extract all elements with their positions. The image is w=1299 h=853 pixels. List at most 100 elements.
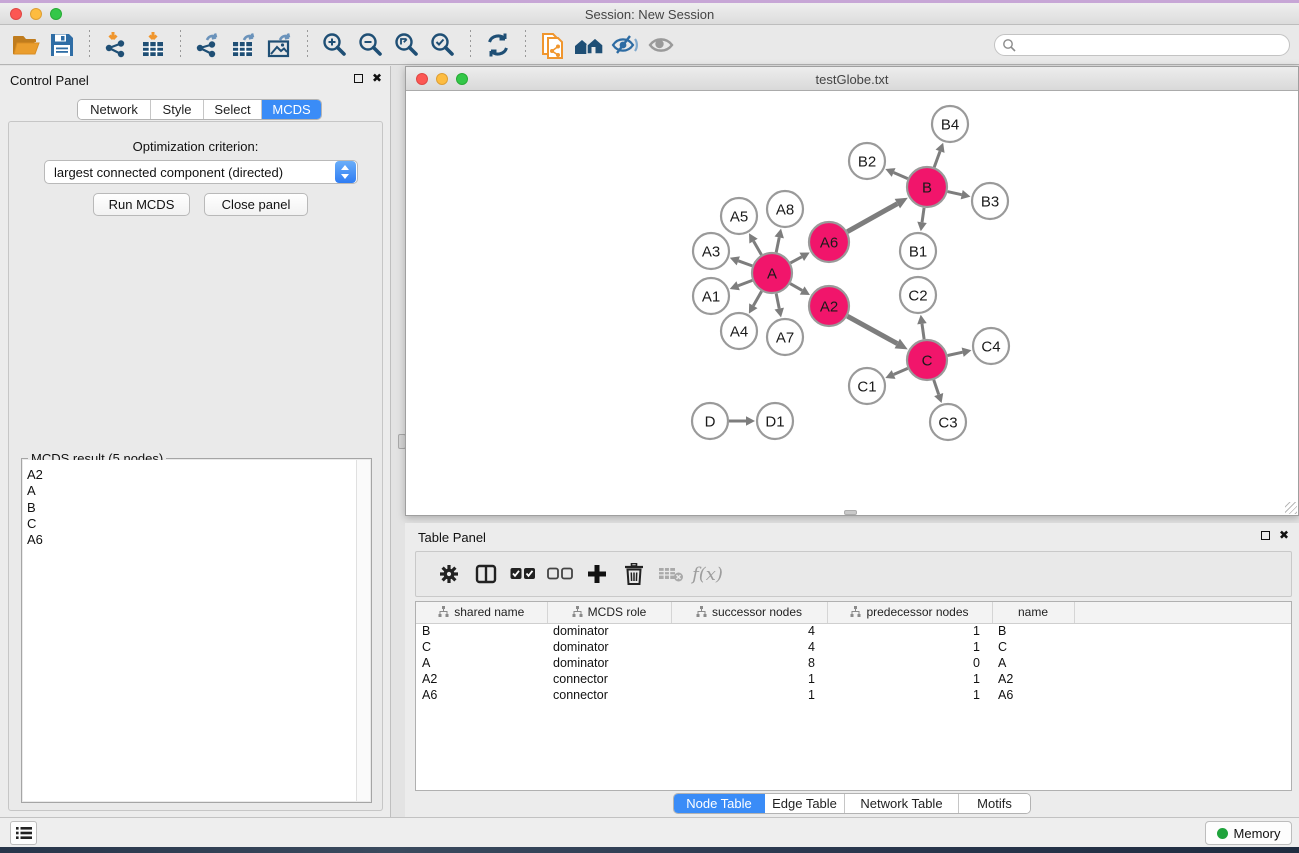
graph-edge-A-A7[interactable] xyxy=(776,294,779,309)
control-panel-title: Control Panel xyxy=(10,73,89,88)
table-row[interactable]: Adominator80A xyxy=(416,655,1291,671)
show-all-icon[interactable] xyxy=(643,28,679,62)
float-panel-icon[interactable] xyxy=(354,74,363,83)
graph-edge-A-A5[interactable] xyxy=(754,241,762,255)
table-row[interactable]: A6connector11A6 xyxy=(416,687,1291,703)
table-row[interactable]: Cdominator41C xyxy=(416,639,1291,655)
run-mcds-button[interactable]: Run MCDS xyxy=(93,193,190,216)
graph-edge-A-A6[interactable] xyxy=(790,257,801,263)
graph-edge-C-C1[interactable] xyxy=(894,368,908,374)
graph-arrowhead xyxy=(917,222,927,232)
mcds-result-list[interactable]: A2ABCA6 xyxy=(23,460,356,801)
optimization-criterion-select[interactable]: largest connected component (directed) xyxy=(44,160,358,184)
graph-edge-B-B3[interactable] xyxy=(947,192,961,195)
result-list-item[interactable]: B xyxy=(27,500,356,516)
list-icon xyxy=(16,826,32,840)
zoom-out-icon[interactable] xyxy=(353,28,389,62)
deselect-all-icon[interactable] xyxy=(541,557,578,591)
close-panel-icon[interactable]: ✖ xyxy=(372,73,382,83)
table-toolbar: f(x) xyxy=(415,551,1292,597)
col-successor-nodes[interactable]: successor nodes xyxy=(671,602,827,623)
close-panel-button[interactable]: Close panel xyxy=(204,193,308,216)
tab-select[interactable]: Select xyxy=(204,100,262,119)
result-list-item[interactable]: A2 xyxy=(27,467,356,483)
search-box xyxy=(994,34,1290,56)
show-columns-icon[interactable] xyxy=(467,557,504,591)
apply-layout-icon[interactable] xyxy=(480,28,516,62)
table-row[interactable]: A2connector11A2 xyxy=(416,671,1291,687)
graph-edge-C-C2[interactable] xyxy=(922,324,924,339)
network-canvas[interactable]: B4B2BB3A8A5A6A3B1AA1C2A2A4A7C4CC1C3DD1 xyxy=(406,92,1298,515)
result-scrollbar[interactable] xyxy=(356,460,370,801)
graph-edge-A6-B[interactable] xyxy=(847,204,897,232)
first-neighbors-icon[interactable] xyxy=(571,28,607,62)
h-scroll-thumb[interactable] xyxy=(844,510,857,515)
table-options-icon[interactable] xyxy=(430,557,467,591)
graph-node-label: B1 xyxy=(909,243,927,260)
save-session-icon[interactable] xyxy=(44,28,80,62)
col-name[interactable]: name xyxy=(992,602,1074,623)
graph-node-label: A4 xyxy=(730,323,748,340)
toolbar-separator xyxy=(89,30,90,60)
graph-edge-C-C3[interactable] xyxy=(934,380,939,395)
graph-edge-A2-C[interactable] xyxy=(847,316,897,343)
delete-table-icon[interactable] xyxy=(652,557,689,591)
tab-motifs[interactable]: Motifs xyxy=(959,794,1030,813)
graph-node-label: B3 xyxy=(981,193,999,210)
workspace: Control Panel ✖ Network Style Select MCD… xyxy=(0,66,1299,817)
float-table-panel-icon[interactable] xyxy=(1261,531,1270,540)
export-table-icon[interactable] xyxy=(226,28,262,62)
create-column-icon[interactable] xyxy=(578,557,615,591)
memory-status-icon xyxy=(1217,828,1228,839)
delete-columns-icon[interactable] xyxy=(615,557,652,591)
graph-edge-A-A3[interactable] xyxy=(738,261,752,266)
table-panel: Table Panel ✖ xyxy=(405,523,1299,817)
memory-button[interactable]: Memory xyxy=(1205,821,1292,845)
tab-network-table[interactable]: Network Table xyxy=(845,794,959,813)
new-network-from-selection-icon[interactable] xyxy=(535,28,571,62)
col-mcds-role[interactable]: MCDS role xyxy=(547,602,671,623)
table-row[interactable]: Bdominator41B xyxy=(416,623,1291,639)
function-builder-icon[interactable]: f(x) xyxy=(689,557,726,591)
zoom-selected-icon[interactable] xyxy=(425,28,461,62)
graph-edge-A-A1[interactable] xyxy=(738,280,752,285)
graph-edge-B-B4[interactable] xyxy=(934,151,940,167)
graph-edge-B-B1[interactable] xyxy=(922,208,924,222)
tab-node-table[interactable]: Node Table xyxy=(674,794,765,813)
result-list-item[interactable]: C xyxy=(27,516,356,532)
tab-edge-table[interactable]: Edge Table xyxy=(765,794,845,813)
graph-edge-A-A2[interactable] xyxy=(790,284,802,291)
graph-edge-A-A8[interactable] xyxy=(776,237,779,252)
select-all-icon[interactable] xyxy=(504,557,541,591)
search-input[interactable] xyxy=(1016,38,1289,53)
tab-style[interactable]: Style xyxy=(151,100,204,119)
col-shared-name[interactable]: shared name xyxy=(416,602,547,623)
graph-arrowhead xyxy=(775,229,784,239)
toolbar-separator xyxy=(180,30,181,60)
import-network-icon[interactable] xyxy=(99,28,135,62)
export-network-icon[interactable] xyxy=(190,28,226,62)
graph-edge-B-B2[interactable] xyxy=(894,173,908,179)
tab-network[interactable]: Network xyxy=(78,100,151,119)
close-table-panel-icon[interactable]: ✖ xyxy=(1279,530,1289,540)
open-session-icon[interactable] xyxy=(8,28,44,62)
graph-edge-A-A4[interactable] xyxy=(753,291,761,306)
zoom-fit-icon[interactable] xyxy=(389,28,425,62)
hide-selected-icon[interactable] xyxy=(607,28,643,62)
import-table-icon[interactable] xyxy=(135,28,171,62)
result-list-item[interactable]: A6 xyxy=(27,532,356,548)
screen: Session: New Session xyxy=(0,0,1299,853)
node-table: shared name MCDS role successor nodes pr… xyxy=(415,601,1292,791)
task-history-button[interactable] xyxy=(10,821,37,845)
resize-grip[interactable] xyxy=(1285,502,1297,514)
graph-edge-C-C4[interactable] xyxy=(948,352,963,355)
zoom-in-icon[interactable] xyxy=(317,28,353,62)
tab-mcds[interactable]: MCDS xyxy=(262,100,321,119)
main-toolbar xyxy=(0,25,1299,65)
app-titlebar: Session: New Session xyxy=(0,3,1299,25)
export-image-icon[interactable] xyxy=(262,28,298,62)
col-predecessor-nodes[interactable]: predecessor nodes xyxy=(827,602,992,623)
session-title: Session: New Session xyxy=(0,7,1299,22)
result-list-item[interactable]: A xyxy=(27,483,356,499)
graph-node-label: A1 xyxy=(702,288,720,305)
